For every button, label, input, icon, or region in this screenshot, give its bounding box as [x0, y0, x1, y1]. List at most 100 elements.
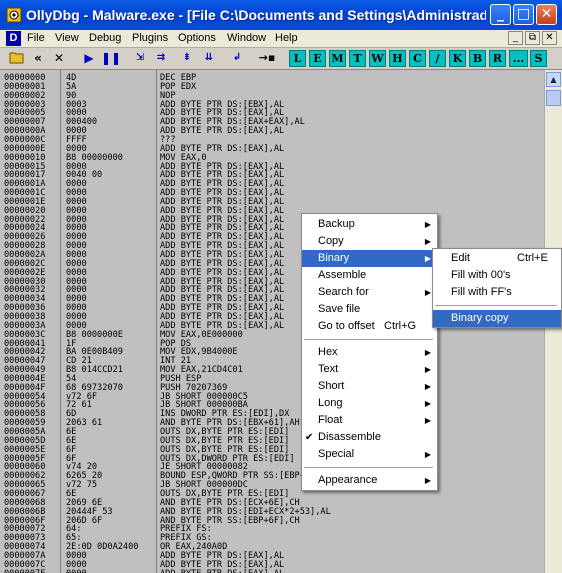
memory-window-button[interactable]: M [329, 50, 346, 67]
binary-menu-binary-copy[interactable]: Binary copy [433, 310, 561, 327]
menu-debug[interactable]: Debug [89, 32, 121, 44]
menu-options[interactable]: Options [178, 32, 216, 44]
hex-dump-cell: 0000 [66, 569, 87, 573]
menu-plugins[interactable]: Plugins [132, 32, 168, 44]
menu-help[interactable]: Help [275, 32, 298, 44]
source-window-button[interactable]: S [530, 50, 547, 67]
goto-icon[interactable]: →▪ [258, 50, 276, 67]
ctx-menu-short[interactable]: Short ▶ [302, 378, 437, 395]
breakpoints-window-button[interactable]: B [469, 50, 486, 67]
submenu-arrow-icon: ▶ [424, 365, 431, 374]
binary-menu-edit[interactable]: Edit Ctrl+E [433, 250, 561, 267]
menu-item-label: Appearance [318, 474, 378, 486]
ctx-menu-assemble[interactable]: Assemble [302, 267, 437, 284]
trace-over-icon[interactable]: ⇊ [200, 50, 218, 67]
threads-window-button[interactable]: T [349, 50, 366, 67]
mdi-close-button[interactable]: ✕ [542, 31, 557, 45]
window-title: OllyDbg - Malware.exe - [File C:\Documen… [26, 7, 486, 23]
call-stack-window-button[interactable]: K [449, 50, 466, 67]
step-over-icon[interactable]: ⇉ [152, 50, 170, 67]
context-menu: Backup ▶ Copy ▶ Binary ▶ Assemble Search for ▶ Sa… [301, 213, 438, 491]
submenu-arrow-icon: ▶ [424, 476, 431, 485]
cpu-window-button[interactable]: C [409, 50, 426, 67]
submenu-arrow-icon: ▶ [424, 450, 431, 459]
menu-separator [304, 339, 433, 340]
submenu-arrow-icon: ▶ [424, 288, 431, 297]
menu-view[interactable]: View [55, 32, 79, 44]
submenu-arrow-icon: ▶ [424, 348, 431, 357]
ctx-menu-float[interactable]: Float ▶ [302, 412, 437, 429]
menu-file[interactable]: File [27, 32, 45, 44]
ctx-menu-binary[interactable]: Binary ▶ [302, 250, 437, 267]
menu-item-label: Go to offset [318, 320, 375, 332]
open-icon[interactable] [8, 50, 26, 67]
ctx-menu-copy[interactable]: Copy ▶ [302, 233, 437, 250]
toolbar: « ✕ ▶ ❚❚ ⇲ ⇉ ⇟ ⇊ ↲ →▪ L E M T W H C / K … [0, 48, 562, 70]
maximize-button[interactable]: □ [513, 4, 534, 25]
scroll-thumb[interactable] [546, 90, 561, 106]
menu-item-label: Binary copy [451, 312, 509, 324]
execute-till-return-icon[interactable]: ↲ [228, 50, 246, 67]
ctx-menu-go-to-offset[interactable]: Go to offset Ctrl+G [302, 318, 437, 335]
step-into-icon[interactable]: ⇲ [131, 50, 149, 67]
ollydbg-app-icon[interactable] [6, 7, 22, 23]
close-icon[interactable]: ✕ [50, 50, 68, 67]
menu-item-label: Long [318, 397, 343, 409]
ctx-menu-disassemble[interactable]: ✔ Disassemble [302, 429, 437, 446]
menu-item-label: Binary [318, 252, 350, 264]
menu-bar: D File View Debug Plugins Options Window… [0, 30, 562, 48]
binary-menu-fill-with-00-s[interactable]: Fill with 00's [433, 267, 561, 284]
ctx-menu-long[interactable]: Long ▶ [302, 395, 437, 412]
minimize-button[interactable]: _ [490, 4, 511, 25]
menu-item-label: Copy [318, 235, 344, 247]
hex-column-divider[interactable] [156, 70, 157, 573]
menu-item-label: Assemble [318, 269, 367, 281]
binary-submenu: Edit Ctrl+E Fill with 00's Fill with FF's Bi… [432, 248, 562, 328]
references-window-button[interactable]: R [489, 50, 506, 67]
ctx-menu-search-for[interactable]: Search for ▶ [302, 284, 437, 301]
menu-item-shortcut: Ctrl+E [517, 252, 548, 264]
run-trace-window-button[interactable]: ... [509, 50, 528, 67]
ctx-menu-special[interactable]: Special ▶ [302, 446, 437, 463]
binary-menu-fill-with-ff-s[interactable]: Fill with FF's [433, 284, 561, 301]
patches-window-button[interactable]: / [429, 50, 446, 67]
windows-window-button[interactable]: W [369, 50, 386, 67]
ctx-menu-backup[interactable]: Backup ▶ [302, 216, 437, 233]
menu-item-label: Float [318, 414, 343, 426]
scroll-up-icon[interactable]: ▲ [546, 72, 561, 87]
menu-separator [435, 305, 557, 306]
log-window-button[interactable]: L [289, 50, 306, 67]
ctx-menu-appearance[interactable]: Appearance ▶ [302, 472, 437, 489]
handles-window-button[interactable]: H [389, 50, 406, 67]
menu-item-label: Text [318, 363, 339, 375]
menu-item-label: Hex [318, 346, 338, 358]
menu-separator [304, 467, 433, 468]
address-column-divider[interactable] [60, 70, 61, 573]
menu-item-label: Backup [318, 218, 355, 230]
submenu-arrow-icon: ▶ [424, 399, 431, 408]
address-cell: 0000007E [4, 569, 45, 573]
pause-icon[interactable]: ❚❚ [101, 50, 121, 67]
menu-item-label: Fill with FF's [451, 286, 512, 298]
submenu-arrow-icon: ▶ [424, 254, 431, 263]
menu-item-shortcut: Ctrl+G [384, 320, 417, 332]
modules-window-button[interactable]: E [309, 50, 326, 67]
submenu-arrow-icon: ▶ [424, 416, 431, 425]
restart-icon[interactable]: « [29, 50, 47, 67]
run-icon[interactable]: ▶ [80, 50, 98, 67]
checkmark-icon: ✔ [305, 432, 314, 443]
ctx-menu-text[interactable]: Text ▶ [302, 361, 437, 378]
trace-into-icon[interactable]: ⇟ [178, 50, 196, 67]
submenu-arrow-icon: ▶ [424, 237, 431, 246]
menu-window[interactable]: Window [227, 32, 266, 44]
close-button[interactable]: ✕ [536, 4, 557, 25]
menu-item-label: Search for [318, 286, 369, 298]
menu-item-label: Fill with 00's [451, 269, 511, 281]
disasm-row[interactable]: 0000007E 0000 ADD BYTE PTR DS:[EAX],AL [0, 569, 544, 573]
mdi-minimize-button[interactable]: _ [508, 31, 523, 45]
menu-item-label: Edit [451, 252, 470, 264]
mdi-child-icon[interactable]: D [6, 31, 21, 46]
mdi-restore-button[interactable]: ⧉ [525, 31, 540, 45]
ctx-menu-hex[interactable]: Hex ▶ [302, 344, 437, 361]
ctx-menu-save-file[interactable]: Save file [302, 301, 437, 318]
